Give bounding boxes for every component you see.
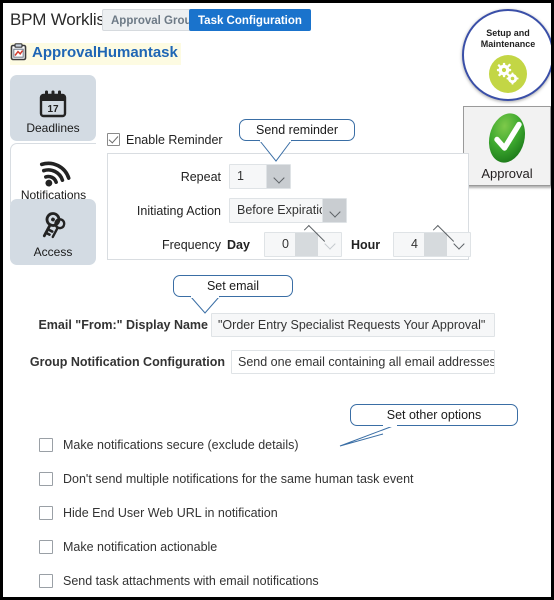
frequency-day-value: 0: [282, 237, 289, 251]
hide-end-user-web-url-checkbox[interactable]: [39, 506, 53, 520]
frequency-hour-value: 4: [411, 237, 418, 251]
make-notifications-secure-label: Make notifications secure (exclude detai…: [63, 438, 299, 452]
callout-set-other-options-tail: [339, 425, 397, 447]
repeat-select[interactable]: 1: [229, 164, 291, 189]
group-notification-configuration-select[interactable]: Send one email containing all email addr…: [231, 350, 495, 374]
initiating-action-value: Before Expiration: [237, 203, 333, 217]
chevron-down-icon[interactable]: [322, 199, 346, 222]
callout-send-reminder-tail: [259, 140, 292, 162]
make-notification-actionable-checkbox[interactable]: [39, 540, 53, 554]
email-from-display-name-input[interactable]: "Order Entry Specialist Requests Your Ap…: [211, 313, 495, 337]
main-content: Enable Reminder Repeat 1 Initiating Acti…: [3, 3, 551, 597]
repeat-value: 1: [237, 169, 244, 183]
frequency-day-label: Day: [227, 238, 250, 252]
no-multiple-notifications-checkbox[interactable]: [39, 472, 53, 486]
frequency-day-stepper[interactable]: 0: [264, 224, 342, 257]
callout-set-email: Set email: [173, 275, 293, 297]
callout-set-email-tail: [190, 296, 220, 314]
callout-set-email-text: Set email: [206, 279, 260, 293]
screenshot-frame: BPM Worklist Approval Groups Task Config…: [0, 0, 554, 600]
frequency-hour-stepper[interactable]: 4: [393, 224, 471, 257]
group-notification-configuration-label: Group Notification Configuration: [29, 355, 225, 369]
callout-set-other-options-text: Set other options: [386, 408, 482, 422]
day-increment-button[interactable]: [295, 224, 325, 256]
enable-reminder-checkbox[interactable]: [107, 133, 120, 146]
email-from-display-name-label: Email "From:" Display Name: [38, 318, 208, 332]
initiating-action-select[interactable]: Before Expiration: [229, 198, 347, 223]
make-notification-actionable-label: Make notification actionable: [63, 540, 218, 554]
callout-set-other-options: Set other options: [350, 404, 518, 426]
repeat-label: Repeat: [180, 170, 221, 184]
email-from-label-wrap: Email "From:" Display Name: [23, 313, 208, 337]
frequency-row: Frequency Day 0 Hour 4: [108, 224, 471, 259]
initiating-action-row: Initiating Action Before Expiration: [108, 197, 468, 225]
repeat-row: Repeat 1: [108, 163, 468, 191]
hide-end-user-web-url-label: Hide End User Web URL in notification: [63, 506, 278, 520]
frequency-label: Frequency: [161, 238, 221, 252]
initiating-action-label: Initiating Action: [136, 204, 221, 218]
hour-decrement-button[interactable]: [447, 233, 470, 256]
reminder-settings-panel: Repeat 1 Initiating Action Before Expira…: [107, 153, 471, 260]
group-notification-configuration-value: Send one email containing all email addr…: [238, 355, 495, 369]
enable-reminder-row[interactable]: Enable Reminder: [107, 131, 223, 149]
email-from-display-name-value: "Order Entry Specialist Requests Your Ap…: [218, 318, 486, 332]
send-task-attachments-checkbox[interactable]: [39, 574, 53, 588]
frequency-hour-label: Hour: [351, 238, 381, 252]
enable-reminder-label: Enable Reminder: [126, 133, 223, 147]
no-multiple-notifications-label: Don't send multiple notifications for th…: [63, 472, 414, 486]
hour-increment-button[interactable]: [424, 224, 454, 256]
callout-send-reminder: Send reminder: [239, 119, 355, 141]
make-notifications-secure-checkbox[interactable]: [39, 438, 53, 452]
send-task-attachments-label: Send task attachments with email notific…: [63, 574, 319, 588]
chevron-down-icon[interactable]: [266, 165, 290, 188]
day-decrement-button[interactable]: [318, 233, 341, 256]
callout-send-reminder-text: Send reminder: [256, 123, 338, 137]
group-notification-label-wrap: Group Notification Configuration: [23, 350, 225, 374]
